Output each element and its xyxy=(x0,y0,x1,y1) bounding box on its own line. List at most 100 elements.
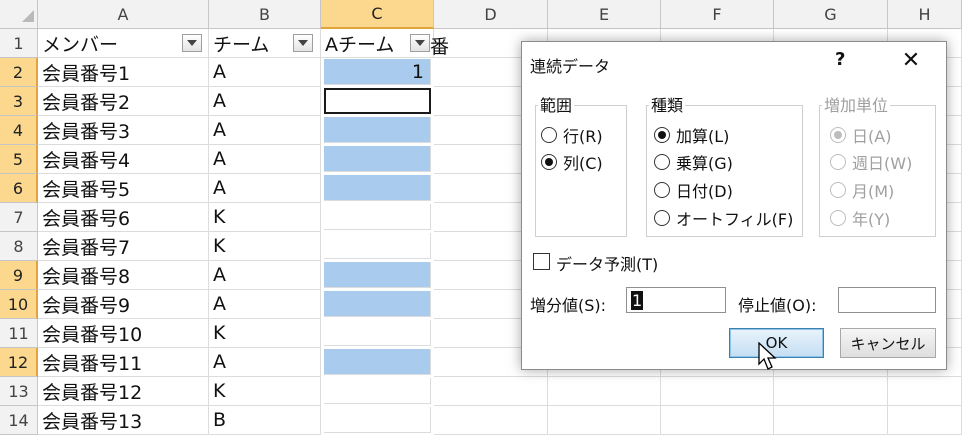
unit-year-radio[interactable]: 年(Y) xyxy=(830,206,890,230)
team-cell[interactable]: A xyxy=(209,87,321,116)
member-cell[interactable]: 会員番号5 xyxy=(38,174,209,203)
team-cell[interactable]: A xyxy=(209,174,321,203)
member-cell[interactable]: 会員番号12 xyxy=(38,377,209,406)
a-team-cell[interactable] xyxy=(324,204,431,230)
unit-day-radio[interactable]: 日(A) xyxy=(830,123,891,147)
radio-icon xyxy=(830,154,846,170)
empty-cell[interactable] xyxy=(434,377,548,406)
column-header-d[interactable]: D xyxy=(434,0,548,29)
select-all-corner[interactable] xyxy=(0,0,38,29)
unit-month-label: 月(M) xyxy=(852,182,895,201)
member-cell[interactable]: 会員番号3 xyxy=(38,116,209,145)
team-cell[interactable]: A xyxy=(209,116,321,145)
filter-button-a-team[interactable] xyxy=(410,34,430,52)
type-autofill-radio[interactable]: オートフィル(F) xyxy=(654,206,793,230)
member-cell[interactable]: 会員番号8 xyxy=(38,261,209,290)
filter-button-team[interactable] xyxy=(293,34,313,52)
a-team-cell[interactable] xyxy=(324,262,431,288)
member-cell[interactable]: 会員番号2 xyxy=(38,87,209,116)
radio-icon xyxy=(541,127,557,143)
step-value-input[interactable]: 1 xyxy=(626,287,726,313)
row-header-2[interactable]: 2 xyxy=(0,58,38,87)
a-team-cell[interactable] xyxy=(324,349,431,375)
radio-icon xyxy=(654,154,670,170)
row-header-7[interactable]: 7 xyxy=(0,203,38,232)
a-team-cell[interactable] xyxy=(324,378,431,404)
empty-cell[interactable] xyxy=(661,377,774,406)
row-header-11[interactable]: 11 xyxy=(0,319,38,348)
team-cell[interactable]: A xyxy=(209,348,321,377)
cancel-button[interactable]: キャンセル xyxy=(840,328,936,358)
team-cell[interactable]: A xyxy=(209,58,321,87)
team-cell[interactable]: K xyxy=(209,319,321,348)
column-header-f[interactable]: F xyxy=(661,0,774,29)
trend-checkbox[interactable] xyxy=(533,253,550,270)
empty-cell[interactable] xyxy=(888,406,962,435)
a-team-cell[interactable] xyxy=(324,175,431,201)
help-button[interactable]: ? xyxy=(835,49,845,70)
row-header-3[interactable]: 3 xyxy=(0,87,38,116)
row-header-10[interactable]: 10 xyxy=(0,290,38,319)
a-team-cell[interactable] xyxy=(324,233,431,259)
a-team-cell[interactable] xyxy=(324,117,431,143)
team-cell[interactable]: A xyxy=(209,290,321,319)
member-cell[interactable]: 会員番号7 xyxy=(38,232,209,261)
row-header-6[interactable]: 6 xyxy=(0,174,38,203)
column-header-g[interactable]: G xyxy=(774,0,888,29)
stop-value-input[interactable] xyxy=(838,287,936,313)
range-row-radio[interactable]: 行(R) xyxy=(541,123,603,147)
a-team-cell[interactable] xyxy=(324,146,431,172)
range-group-label: 範囲 xyxy=(538,92,575,116)
a-team-cell[interactable]: 1 xyxy=(324,59,431,85)
type-linear-radio[interactable]: 加算(L) xyxy=(654,123,729,147)
radio-icon xyxy=(654,182,670,198)
empty-cell[interactable] xyxy=(774,377,888,406)
column-header-h[interactable]: H xyxy=(888,0,962,29)
column-header-c[interactable]: C xyxy=(321,0,434,29)
team-cell[interactable]: K xyxy=(209,232,321,261)
type-date-radio[interactable]: 日付(D) xyxy=(654,178,733,202)
radio-selected-icon xyxy=(654,127,670,143)
range-column-radio[interactable]: 列(C) xyxy=(541,150,603,174)
a-team-cell[interactable] xyxy=(324,320,431,346)
empty-cell[interactable] xyxy=(434,406,548,435)
row-header-4[interactable]: 4 xyxy=(0,116,38,145)
team-cell[interactable]: A xyxy=(209,145,321,174)
active-cell[interactable] xyxy=(324,88,431,114)
row-header-5[interactable]: 5 xyxy=(0,145,38,174)
member-cell[interactable]: 会員番号4 xyxy=(38,145,209,174)
stop-value-label: 停止値(O): xyxy=(738,296,817,315)
unit-month-radio[interactable]: 月(M) xyxy=(830,178,894,202)
member-cell[interactable]: 会員番号10 xyxy=(38,319,209,348)
row-header-12[interactable]: 12 xyxy=(0,348,38,377)
team-cell[interactable]: K xyxy=(209,377,321,406)
member-cell[interactable]: 会員番号9 xyxy=(38,290,209,319)
unit-weekday-radio[interactable]: 週日(W) xyxy=(830,150,912,174)
member-cell[interactable]: 会員番号13 xyxy=(38,406,209,435)
column-header-b[interactable]: B xyxy=(209,0,321,29)
row-header-14[interactable]: 14 xyxy=(0,406,38,435)
team-cell[interactable]: B xyxy=(209,406,321,435)
close-button[interactable]: ✕ xyxy=(894,46,928,74)
team-cell[interactable]: A xyxy=(209,261,321,290)
type-growth-radio[interactable]: 乗算(G) xyxy=(654,150,733,174)
row-header-13[interactable]: 13 xyxy=(0,377,38,406)
trend-label: データ予測(T) xyxy=(556,255,659,274)
row-header-1[interactable]: 1 xyxy=(0,29,38,58)
member-cell[interactable]: 会員番号6 xyxy=(38,203,209,232)
empty-cell[interactable] xyxy=(774,406,888,435)
member-cell[interactable]: 会員番号1 xyxy=(38,58,209,87)
empty-cell[interactable] xyxy=(888,377,962,406)
column-header-e[interactable]: E xyxy=(548,0,661,29)
member-cell[interactable]: 会員番号11 xyxy=(38,348,209,377)
a-team-cell[interactable] xyxy=(324,291,431,317)
team-cell[interactable]: K xyxy=(209,203,321,232)
a-team-cell[interactable] xyxy=(324,407,431,433)
filter-button-member[interactable] xyxy=(182,34,202,52)
row-header-9[interactable]: 9 xyxy=(0,261,38,290)
empty-cell[interactable] xyxy=(548,377,661,406)
column-header-a[interactable]: A xyxy=(38,0,209,29)
empty-cell[interactable] xyxy=(661,406,774,435)
empty-cell[interactable] xyxy=(548,406,661,435)
row-header-8[interactable]: 8 xyxy=(0,232,38,261)
